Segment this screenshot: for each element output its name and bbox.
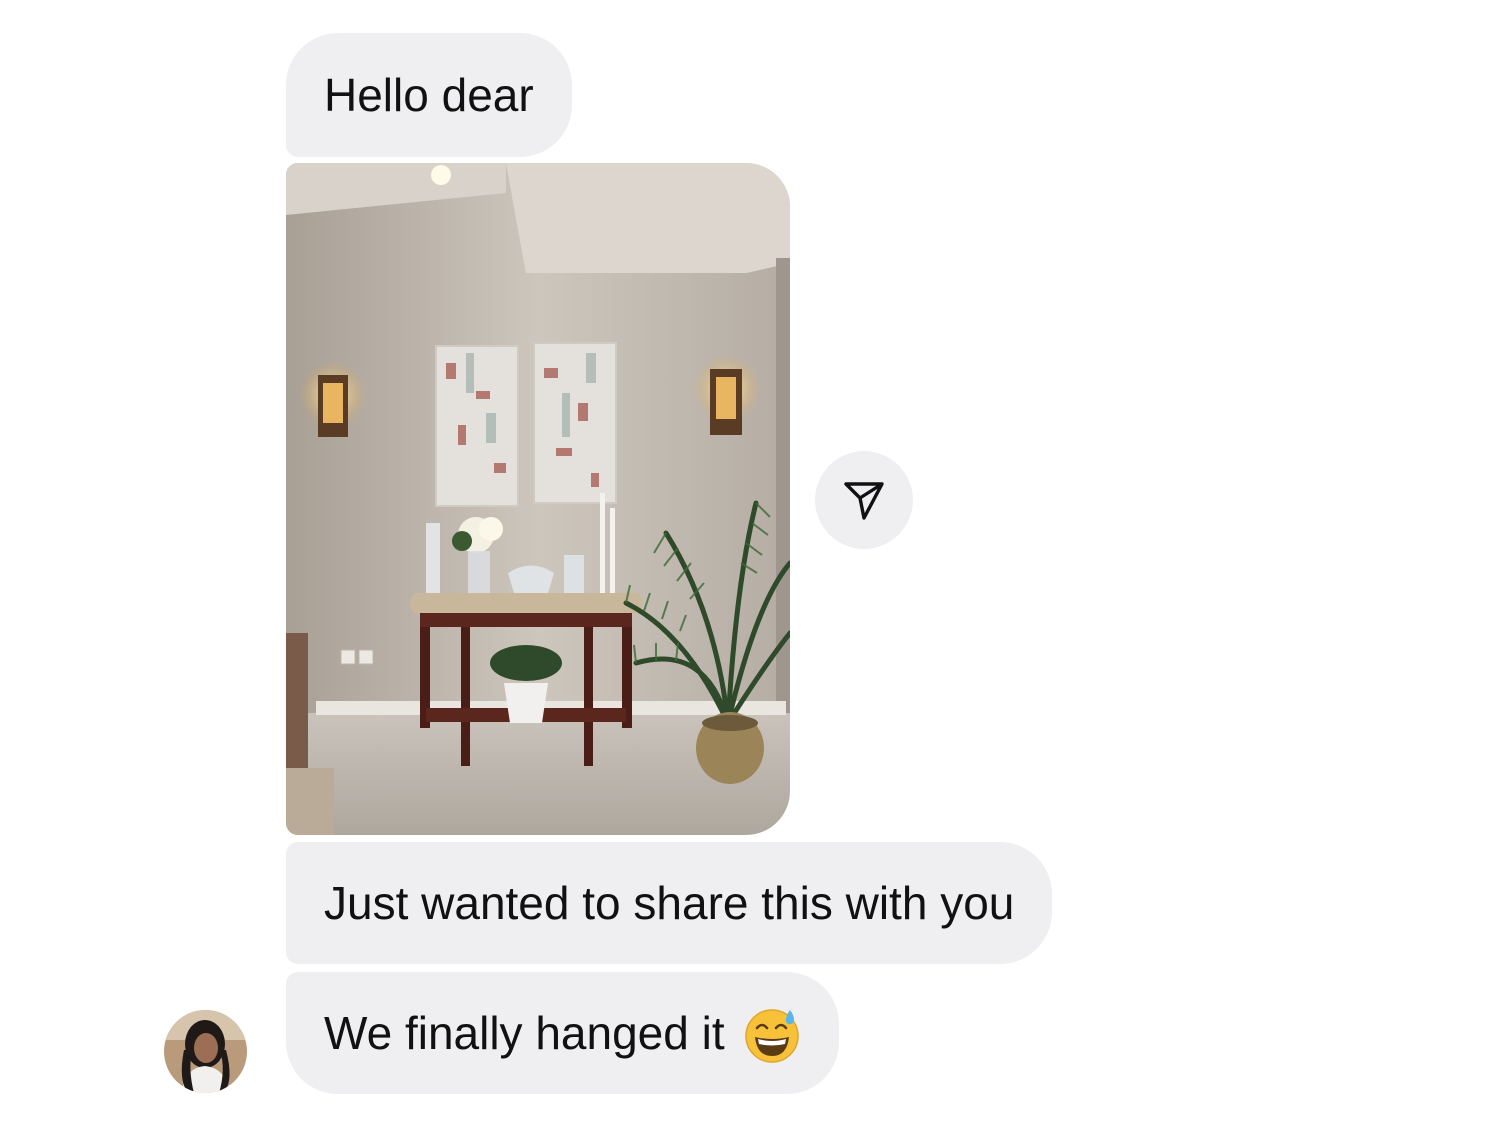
message-bubble[interactable]: Hello dear [286,33,572,157]
message-text: We finally hanged it [324,1007,725,1059]
message-text: Just wanted to share this with you [324,877,1015,929]
grinning-face-with-sweat-icon [743,1006,801,1064]
message-text: Hello dear [324,69,534,121]
avatar[interactable] [164,1010,247,1093]
room-photo [286,163,790,835]
photo-attachment[interactable] [286,163,790,835]
avatar-image [164,1010,247,1093]
paper-plane-icon [844,482,884,520]
message-bubble[interactable]: We finally hanged it [286,972,839,1094]
share-button[interactable] [815,451,913,549]
message-bubble[interactable]: Just wanted to share this with you [286,842,1053,964]
